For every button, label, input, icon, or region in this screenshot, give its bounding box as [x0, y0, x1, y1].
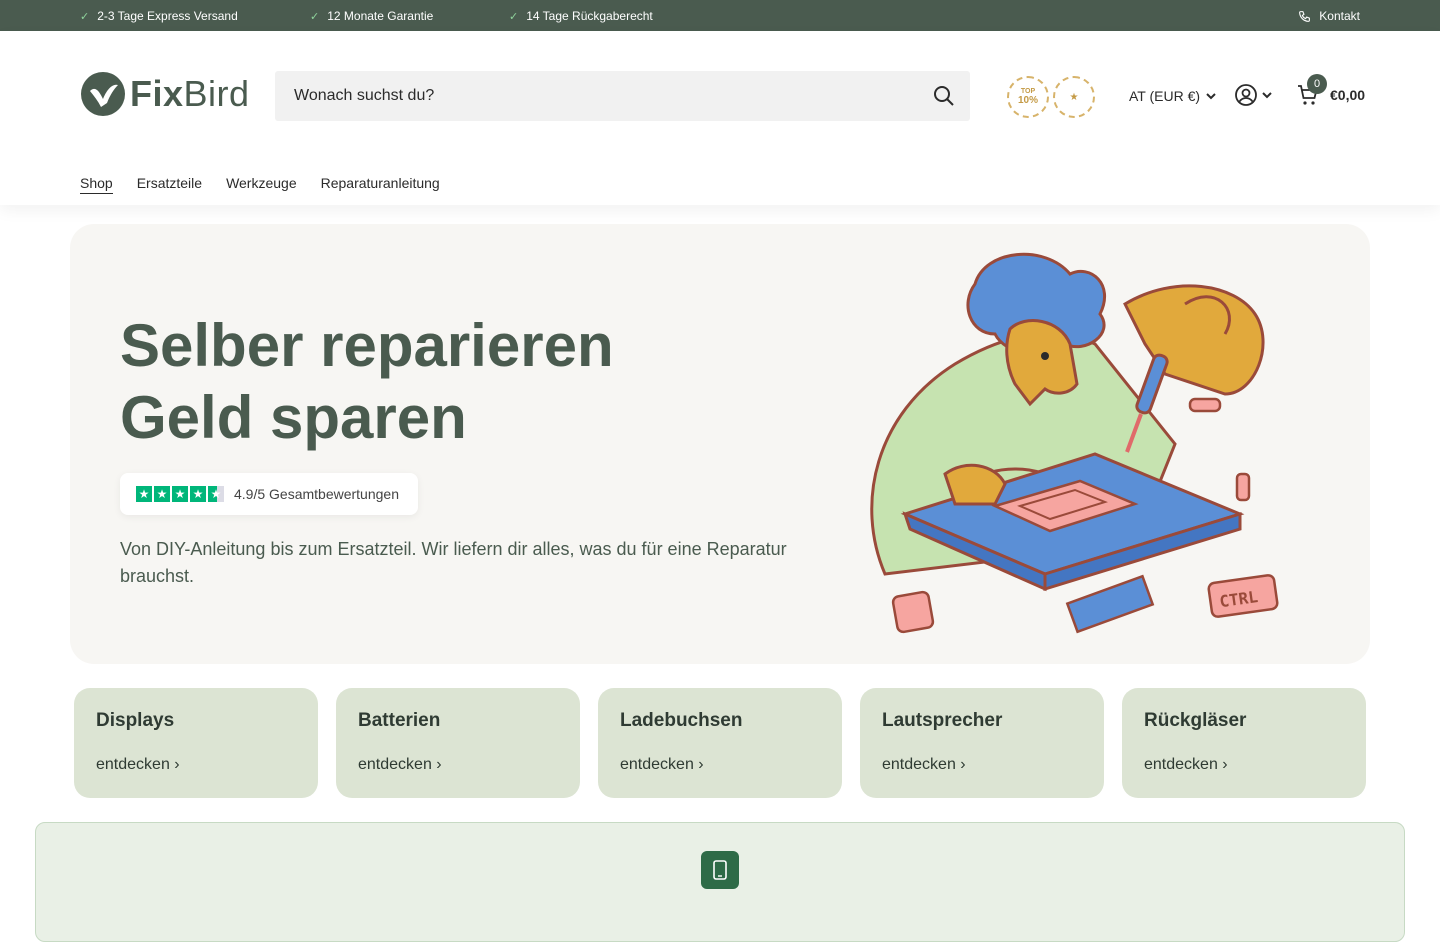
category-link[interactable]: entdecken › — [620, 756, 704, 774]
award-badges: TOP 10% ★ — [1007, 76, 1095, 118]
category-title: Displays — [96, 710, 175, 731]
category-link[interactable]: entdecken › — [882, 756, 966, 774]
cart-count-badge: 0 — [1307, 74, 1327, 94]
star-icon: ★ — [172, 486, 188, 502]
hero-title: Selber reparieren Geld sparen — [120, 312, 614, 451]
main-nav: Shop Ersatzteile Werkzeuge Reparaturanle… — [80, 175, 440, 194]
category-title: Batterien — [358, 710, 441, 731]
check-icon: ✓ — [80, 10, 90, 23]
nav-item-werkzeuge[interactable]: Werkzeuge — [226, 175, 297, 194]
bird-logo-icon — [81, 72, 125, 116]
check-icon: ✓ — [310, 10, 320, 23]
usp-return: ✓ 14 Tage Rückgaberecht — [509, 9, 653, 23]
category-title: Ladebuchsen — [620, 710, 743, 731]
category-tile-lautsprecher[interactable]: Lautsprecher entdecken › — [860, 688, 1104, 798]
hero-banner: Selber reparieren Geld sparen ★ ★ ★ ★ ★ … — [70, 224, 1370, 664]
search-bar — [275, 71, 970, 121]
category-tiles: Displays entdecken › Batterien entdecken… — [74, 688, 1366, 798]
category-title: Lautsprecher — [882, 710, 1003, 731]
nav-item-ersatzteile[interactable]: Ersatzteile — [137, 175, 202, 194]
star-icon: ★ — [136, 486, 152, 502]
nav-item-reparaturanleitung[interactable]: Reparaturanleitung — [321, 175, 440, 194]
category-link[interactable]: entdecken › — [358, 756, 442, 774]
cart-button[interactable]: 0 €0,00 — [1296, 74, 1366, 107]
account-button[interactable] — [1234, 83, 1272, 107]
rating-text: 4.9/5 Gesamtbewertungen — [234, 486, 399, 502]
category-tile-displays[interactable]: Displays entdecken › — [74, 688, 318, 798]
star-icon: ★ — [154, 486, 170, 502]
cart-total: €0,00 — [1330, 87, 1366, 103]
locale-selector[interactable]: AT (EUR €) — [1129, 88, 1216, 104]
chevron-down-icon — [1206, 93, 1216, 100]
user-icon — [1235, 84, 1257, 106]
nav-item-shop[interactable]: Shop — [80, 175, 113, 194]
repair-illustration: CTRL — [870, 252, 1279, 634]
logo-text: FixBird — [130, 73, 250, 114]
contact-link[interactable]: Kontakt — [1298, 9, 1360, 23]
category-link[interactable]: entdecken › — [1144, 756, 1228, 774]
smartphone-icon — [701, 851, 739, 889]
device-finder-box — [35, 822, 1405, 942]
star-icon: ★ — [190, 486, 206, 502]
category-tile-rueckglaeser[interactable]: Rückgläser entdecken › — [1122, 688, 1366, 798]
usp-label: 14 Tage Rückgaberecht — [526, 9, 653, 23]
logo[interactable]: FixBird — [80, 71, 250, 117]
category-tile-batterien[interactable]: Batterien entdecken › — [336, 688, 580, 798]
star-half-icon: ★ — [208, 486, 224, 502]
usp-warranty: ✓ 12 Monate Garantie — [310, 9, 433, 23]
usp-label: 12 Monate Garantie — [327, 9, 434, 23]
rating-stars: ★ ★ ★ ★ ★ — [136, 486, 224, 502]
check-icon: ✓ — [509, 10, 519, 23]
search-input[interactable] — [275, 71, 915, 121]
contact-label: Kontakt — [1319, 9, 1360, 23]
category-link[interactable]: entdecken › — [96, 756, 180, 774]
star-icon: ★ — [1069, 91, 1079, 103]
locale-label: AT (EUR €) — [1129, 88, 1201, 104]
category-tile-ladebuchsen[interactable]: Ladebuchsen entdecken › — [598, 688, 842, 798]
award-badge-top10: TOP 10% — [1007, 76, 1049, 118]
hero-description: Von DIY-Anleitung bis zum Ersatzteil. Wi… — [120, 539, 787, 586]
phone-icon — [1299, 10, 1311, 22]
usp-shipping: ✓ 2-3 Tage Express Versand — [80, 9, 238, 23]
search-icon[interactable] — [932, 84, 956, 108]
header: FixBird TOP 10% ★ AT (EUR €) 0 €0,00 Sho… — [0, 31, 1440, 205]
usp-label: 2-3 Tage Express Versand — [97, 9, 238, 23]
award-badge-star: ★ — [1053, 76, 1095, 118]
trustpilot-rating[interactable]: ★ ★ ★ ★ ★ 4.9/5 Gesamtbewertungen — [120, 473, 418, 515]
top-bar: ✓ 2-3 Tage Express Versand ✓ 12 Monate G… — [0, 0, 1440, 31]
chevron-down-icon — [1262, 92, 1272, 99]
category-title: Rückgläser — [1144, 710, 1247, 731]
